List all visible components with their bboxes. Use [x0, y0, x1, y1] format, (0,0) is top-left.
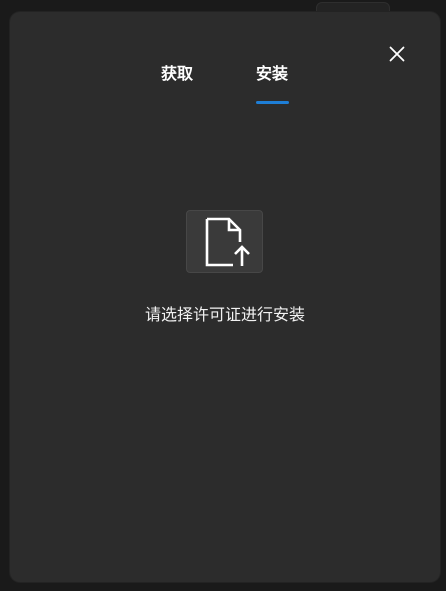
active-tab-indicator [256, 101, 289, 104]
tab-acquire[interactable]: 获取 [161, 62, 193, 86]
close-button[interactable] [384, 41, 410, 67]
select-license-prompt: 请选择许可证进行安装 [144, 305, 305, 324]
tab-install[interactable]: 安装 [256, 62, 288, 86]
license-dialog: 获取 安装 请选择许可证进行安装 [10, 12, 440, 582]
select-license-file-button[interactable] [186, 210, 263, 273]
close-icon [389, 46, 405, 62]
tab-bar: 获取 安装 [10, 12, 440, 112]
file-upload-icon [205, 217, 250, 266]
